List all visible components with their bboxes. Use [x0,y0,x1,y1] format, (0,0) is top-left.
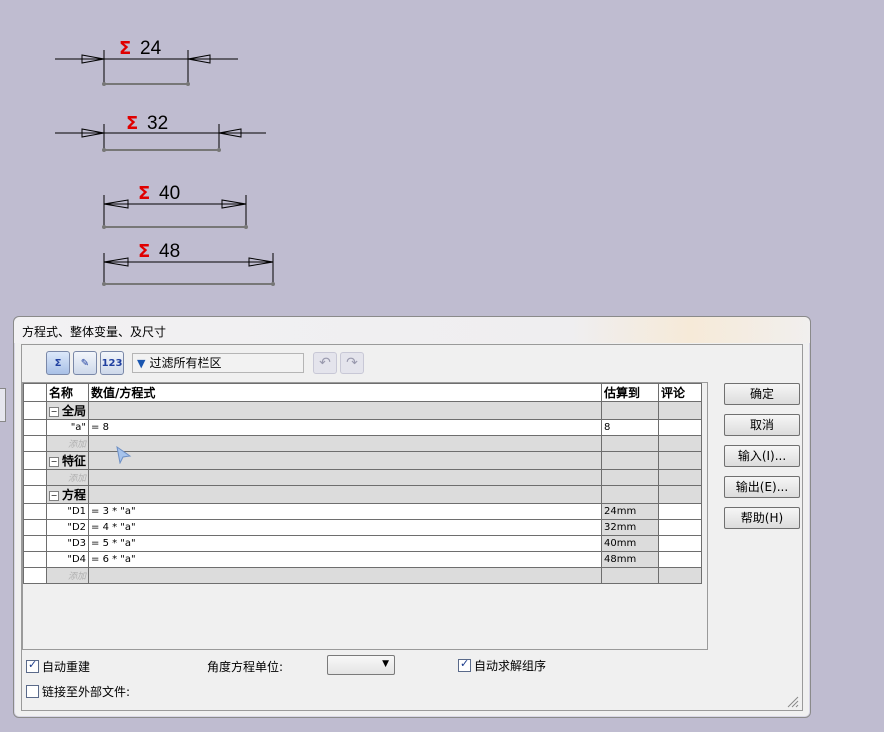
equation-view-icon[interactable]: Σ [46,351,70,375]
dimension-d3[interactable]: Σ 40 [102,183,248,229]
group-row-equations[interactable]: − 方程 [23,485,703,504]
group-row-global[interactable]: − 全局 [23,401,703,420]
auto-rebuild-checkbox[interactable]: 自动重建 [26,658,90,675]
checkbox-label: 链接至外部文件: [42,685,131,699]
redo-icon[interactable]: ↷ [340,352,364,374]
row-comment[interactable] [658,503,703,520]
collapse-icon[interactable]: − [49,406,59,417]
link-external-checkbox[interactable]: 链接至外部文件: [26,683,130,700]
sigma-icon: Σ [138,241,150,262]
checkbox-label: 自动重建 [42,660,91,674]
row-comment[interactable] [658,419,703,436]
side-panel-tab[interactable] [0,388,6,422]
dimension-d1[interactable]: Σ 24 [55,38,238,86]
row-comment[interactable] [658,535,703,552]
filter-text: 过滤所有栏区 [149,356,222,370]
add-placeholder[interactable]: 添加 [45,435,90,452]
checkbox-label: 自动求解组序 [474,659,547,673]
angle-unit-text: 角度方程单位: [207,660,284,674]
resize-grip-icon[interactable] [787,696,799,708]
table-row[interactable]: "D1 = 3 * "a" 24mm [23,503,703,520]
row-comment[interactable] [658,519,703,536]
chevron-down-icon: ▼ [382,659,389,669]
row-value[interactable]: = 4 * "a" [88,519,603,536]
row-name[interactable]: "a" [45,419,90,436]
dimension-value: 24 [140,38,162,59]
dimension-value: 40 [159,183,180,204]
sigma-icon: Σ [119,38,131,59]
column-header-comment[interactable]: 评论 [658,383,703,402]
checkbox-icon[interactable] [458,657,471,672]
export-button[interactable]: 输出(E)... [724,476,800,498]
add-placeholder[interactable]: 添加 [45,469,90,486]
table-row[interactable]: "D4 = 6 * "a" 48mm [23,551,703,568]
group-label: 特征 [62,454,87,468]
collapse-icon[interactable]: − [49,490,59,501]
row-value[interactable]: = 5 * "a" [88,535,603,552]
column-header-evaluates[interactable]: 估算到 [601,383,660,402]
dimension-d4[interactable]: Σ 48 [102,241,275,286]
filter-input[interactable]: ▼ 过滤所有栏区 [132,353,304,373]
table-row[interactable]: "D2 = 4 * "a" 32mm [23,519,703,536]
add-placeholder[interactable]: 添加 [45,567,90,584]
equations-table: 名称 数值/方程式 估算到 评论 − 全局 "a" = 8 8 添加 − 特征 … [22,382,708,650]
dialog-body: Σ ✎ 123 ▼ 过滤所有栏区 ↶ ↷ 名称 数值/方程式 估算到 评论 − … [21,344,803,711]
group-label: 方程 [62,488,87,502]
sigma-icon: Σ [126,113,138,134]
sketch-equation-view-icon[interactable]: ✎ [73,351,97,375]
checkbox-icon[interactable] [26,685,39,698]
checkbox-icon[interactable] [26,658,39,673]
row-header-corner [23,383,47,402]
dialog-title: 方程式、整体变量、及尺寸 [22,325,167,339]
dimension-value: 32 [147,113,168,134]
auto-solve-order-checkbox[interactable]: 自动求解组序 [458,657,546,674]
graphics-area[interactable]: Σ 24 Σ 32 Σ 40 Σ 48 [0,0,884,320]
ordered-view-icon[interactable]: 123 [100,351,124,375]
row-name[interactable]: "D4 [45,551,90,568]
row-value[interactable]: = 8 [88,419,603,436]
sigma-icon: Σ [138,183,150,204]
filter-icon: ▼ [137,357,146,370]
angle-unit-select[interactable]: ▼ [327,655,395,675]
column-header-name[interactable]: 名称 [45,383,90,402]
ok-button[interactable]: 确定 [724,383,800,405]
help-button[interactable]: 帮助(H) [724,507,800,529]
dimension-d2[interactable]: Σ 32 [55,113,266,152]
row-value[interactable]: = 6 * "a" [88,551,603,568]
row-comment[interactable] [658,551,703,568]
column-header-value[interactable]: 数值/方程式 [88,383,603,402]
row-value[interactable]: = 3 * "a" [88,503,603,520]
group-label: 全局 [62,404,87,418]
table-header: 名称 数值/方程式 估算到 评论 [23,383,703,402]
add-row[interactable]: 添加 [23,567,703,584]
dimension-value: 48 [159,241,180,262]
row-eval: 32mm [601,519,660,536]
add-row[interactable]: 添加 [23,469,703,486]
import-button[interactable]: 输入(I)... [724,445,800,467]
row-name[interactable]: "D3 [45,535,90,552]
row-eval: 40mm [601,535,660,552]
row-eval: 24mm [601,503,660,520]
row-eval: 48mm [601,551,660,568]
undo-icon[interactable]: ↶ [313,352,337,374]
collapse-icon[interactable]: − [49,456,59,467]
cancel-button[interactable]: 取消 [724,414,800,436]
equations-dialog: 方程式、整体变量、及尺寸 Σ ✎ 123 ▼ 过滤所有栏区 ↶ ↷ 名称 数值/方… [13,316,811,718]
row-name[interactable]: "D1 [45,503,90,520]
table-row[interactable]: "a" = 8 8 [23,419,703,436]
row-name[interactable]: "D2 [45,519,90,536]
cursor-icon [116,446,132,464]
dialog-title-bar[interactable]: 方程式、整体变量、及尺寸 [14,317,810,343]
table-row[interactable]: "D3 = 5 * "a" 40mm [23,535,703,552]
angle-unit-label: 角度方程单位: [207,658,283,675]
row-eval: 8 [601,419,660,436]
